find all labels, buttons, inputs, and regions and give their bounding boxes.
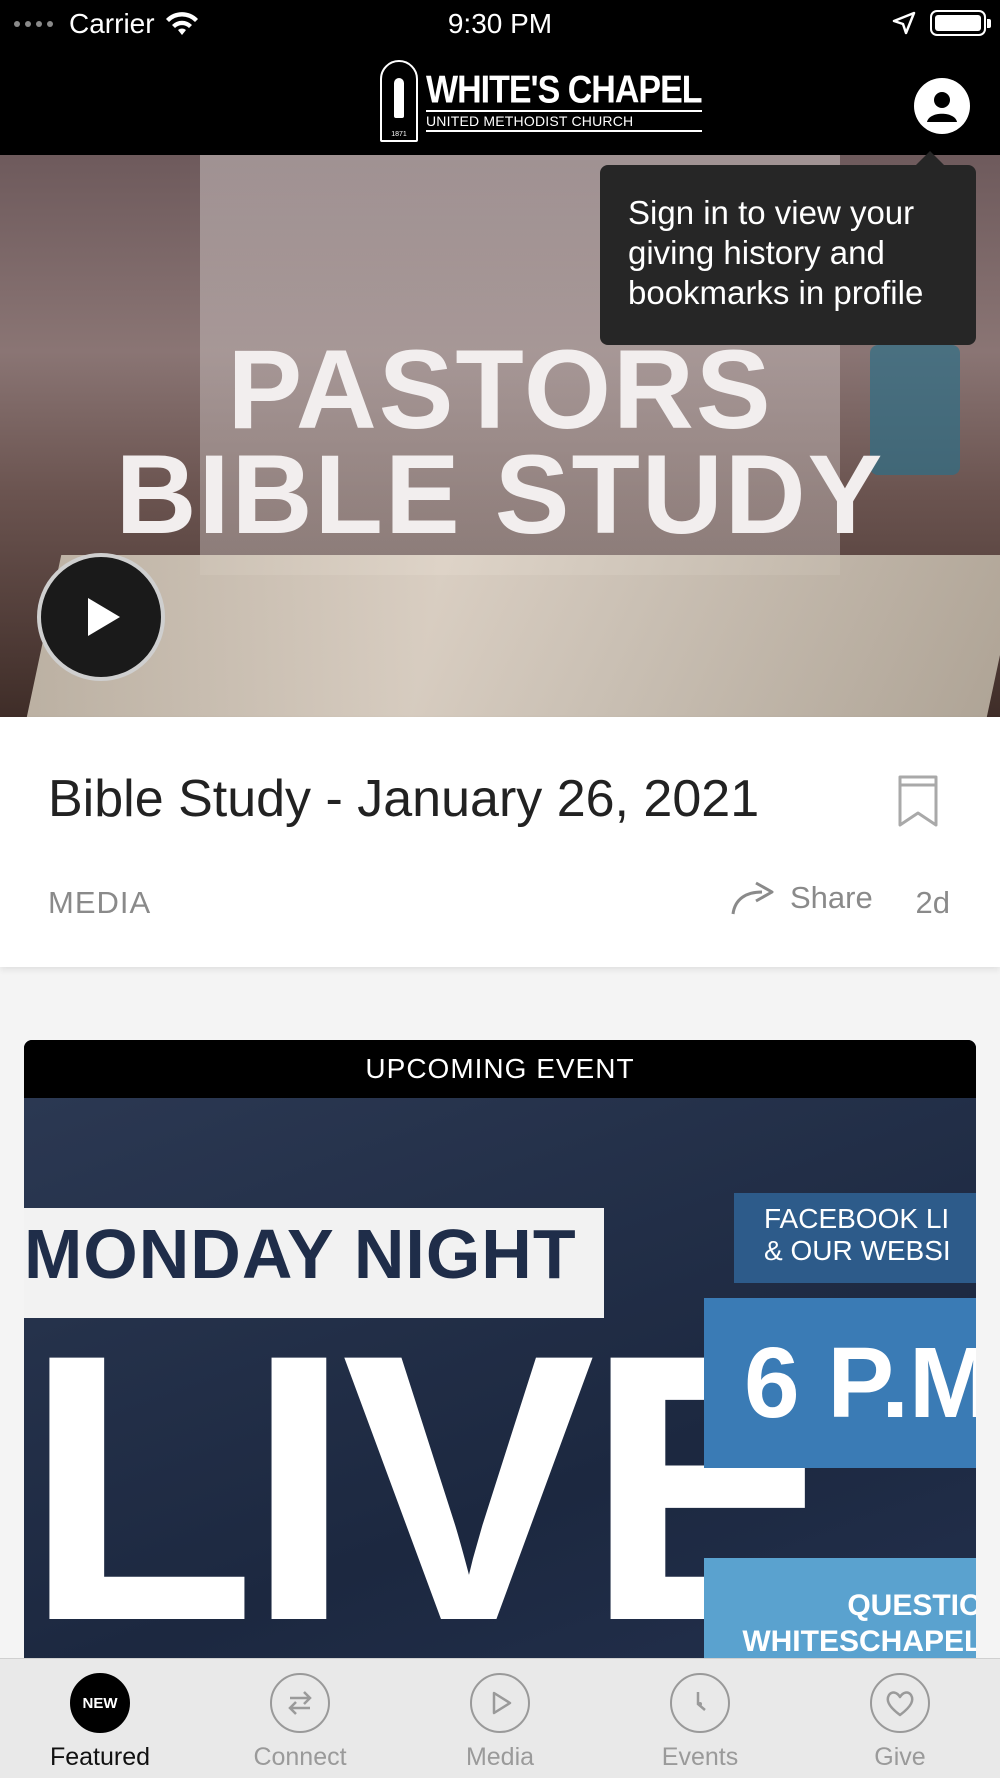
event-facebook-text: FACEBOOK LI & OUR WEBSI [734, 1193, 976, 1283]
media-card-title: Bible Study - January 26, 2021 [48, 770, 760, 828]
status-time: 9:30 PM [447, 8, 553, 39]
event-time: 6 P.M [704, 1298, 976, 1468]
heart-icon [870, 1673, 930, 1733]
tab-connect-label: Connect [253, 1743, 347, 1771]
new-badge-label: NEW [82, 1694, 118, 1712]
tab-bar: NEW Featured Connect Media Events Give [0, 1658, 1000, 1778]
tab-media-label: Media [465, 1743, 535, 1771]
screen: Carrier 9:30 PM 1871 WHITE'S CHAPEL UNIT… [0, 0, 1000, 1778]
logo-line1: WHITE'S CHAPEL [426, 67, 703, 112]
sign-in-tooltip[interactable]: Sign in to view your giving history and … [600, 151, 976, 345]
share-arrow-icon [731, 881, 774, 915]
clock-icon [670, 1673, 730, 1733]
play-icon [88, 598, 120, 636]
tab-give[interactable]: Give [800, 1659, 1000, 1778]
share-label: Share [790, 880, 873, 915]
logo-text: WHITE'S CHAPEL UNITED METHODIST CHURCH [426, 67, 703, 132]
profile-button[interactable] [914, 78, 970, 134]
event-facebook-line2: & OUR WEBSI [764, 1235, 951, 1266]
status-right [892, 10, 991, 36]
play-tab-icon [470, 1673, 530, 1733]
profile-icon [927, 92, 957, 122]
event-card[interactable]: UPCOMING EVENT MONDAY NIGHT LIVE FACEBOO… [24, 1040, 976, 1740]
tab-featured-label: Featured [49, 1743, 151, 1771]
event-facebook-line1: FACEBOOK LI [764, 1203, 950, 1234]
tab-connect[interactable]: Connect [200, 1659, 400, 1778]
new-badge-icon: NEW [70, 1673, 130, 1733]
event-banner: UPCOMING EVENT [24, 1040, 976, 1098]
logo-year: 1871 [391, 131, 407, 138]
chapel-logo-icon: 1871 [380, 60, 418, 142]
church-logo: 1871 WHITE'S CHAPEL UNITED METHODIST CHU… [380, 60, 703, 142]
battery-icon [930, 10, 991, 36]
location-arrow-icon [892, 11, 916, 35]
media-card-age: 2d [915, 885, 950, 920]
tab-events[interactable]: Events [600, 1659, 800, 1778]
tab-media[interactable]: Media [400, 1659, 600, 1778]
status-bar: Carrier 9:30 PM [0, 0, 1000, 48]
play-button[interactable] [37, 553, 165, 681]
event-image: MONDAY NIGHT LIVE FACEBOOK LI & OUR WEBS… [24, 1098, 976, 1738]
media-card[interactable]: Bible Study - January 26, 2021 MEDIA Sha… [0, 717, 1000, 967]
bookmark-icon[interactable] [896, 773, 940, 829]
tab-give-label: Give [874, 1743, 926, 1771]
hero-title-line2: BIBLE STUDY [115, 432, 885, 557]
media-card-category: MEDIA [48, 885, 152, 920]
tab-featured[interactable]: NEW Featured [0, 1659, 200, 1778]
hero-background-book [18, 555, 1000, 717]
connect-arrows-icon [270, 1673, 330, 1733]
app-header: 1871 WHITE'S CHAPEL UNITED METHODIST CHU… [0, 48, 1000, 155]
share-button[interactable]: Share [730, 879, 873, 917]
tab-events-label: Events [661, 1743, 739, 1771]
event-question-line1: QUESTION [847, 1589, 976, 1622]
event-question-line2: WHITESCHAPELU [742, 1625, 976, 1658]
